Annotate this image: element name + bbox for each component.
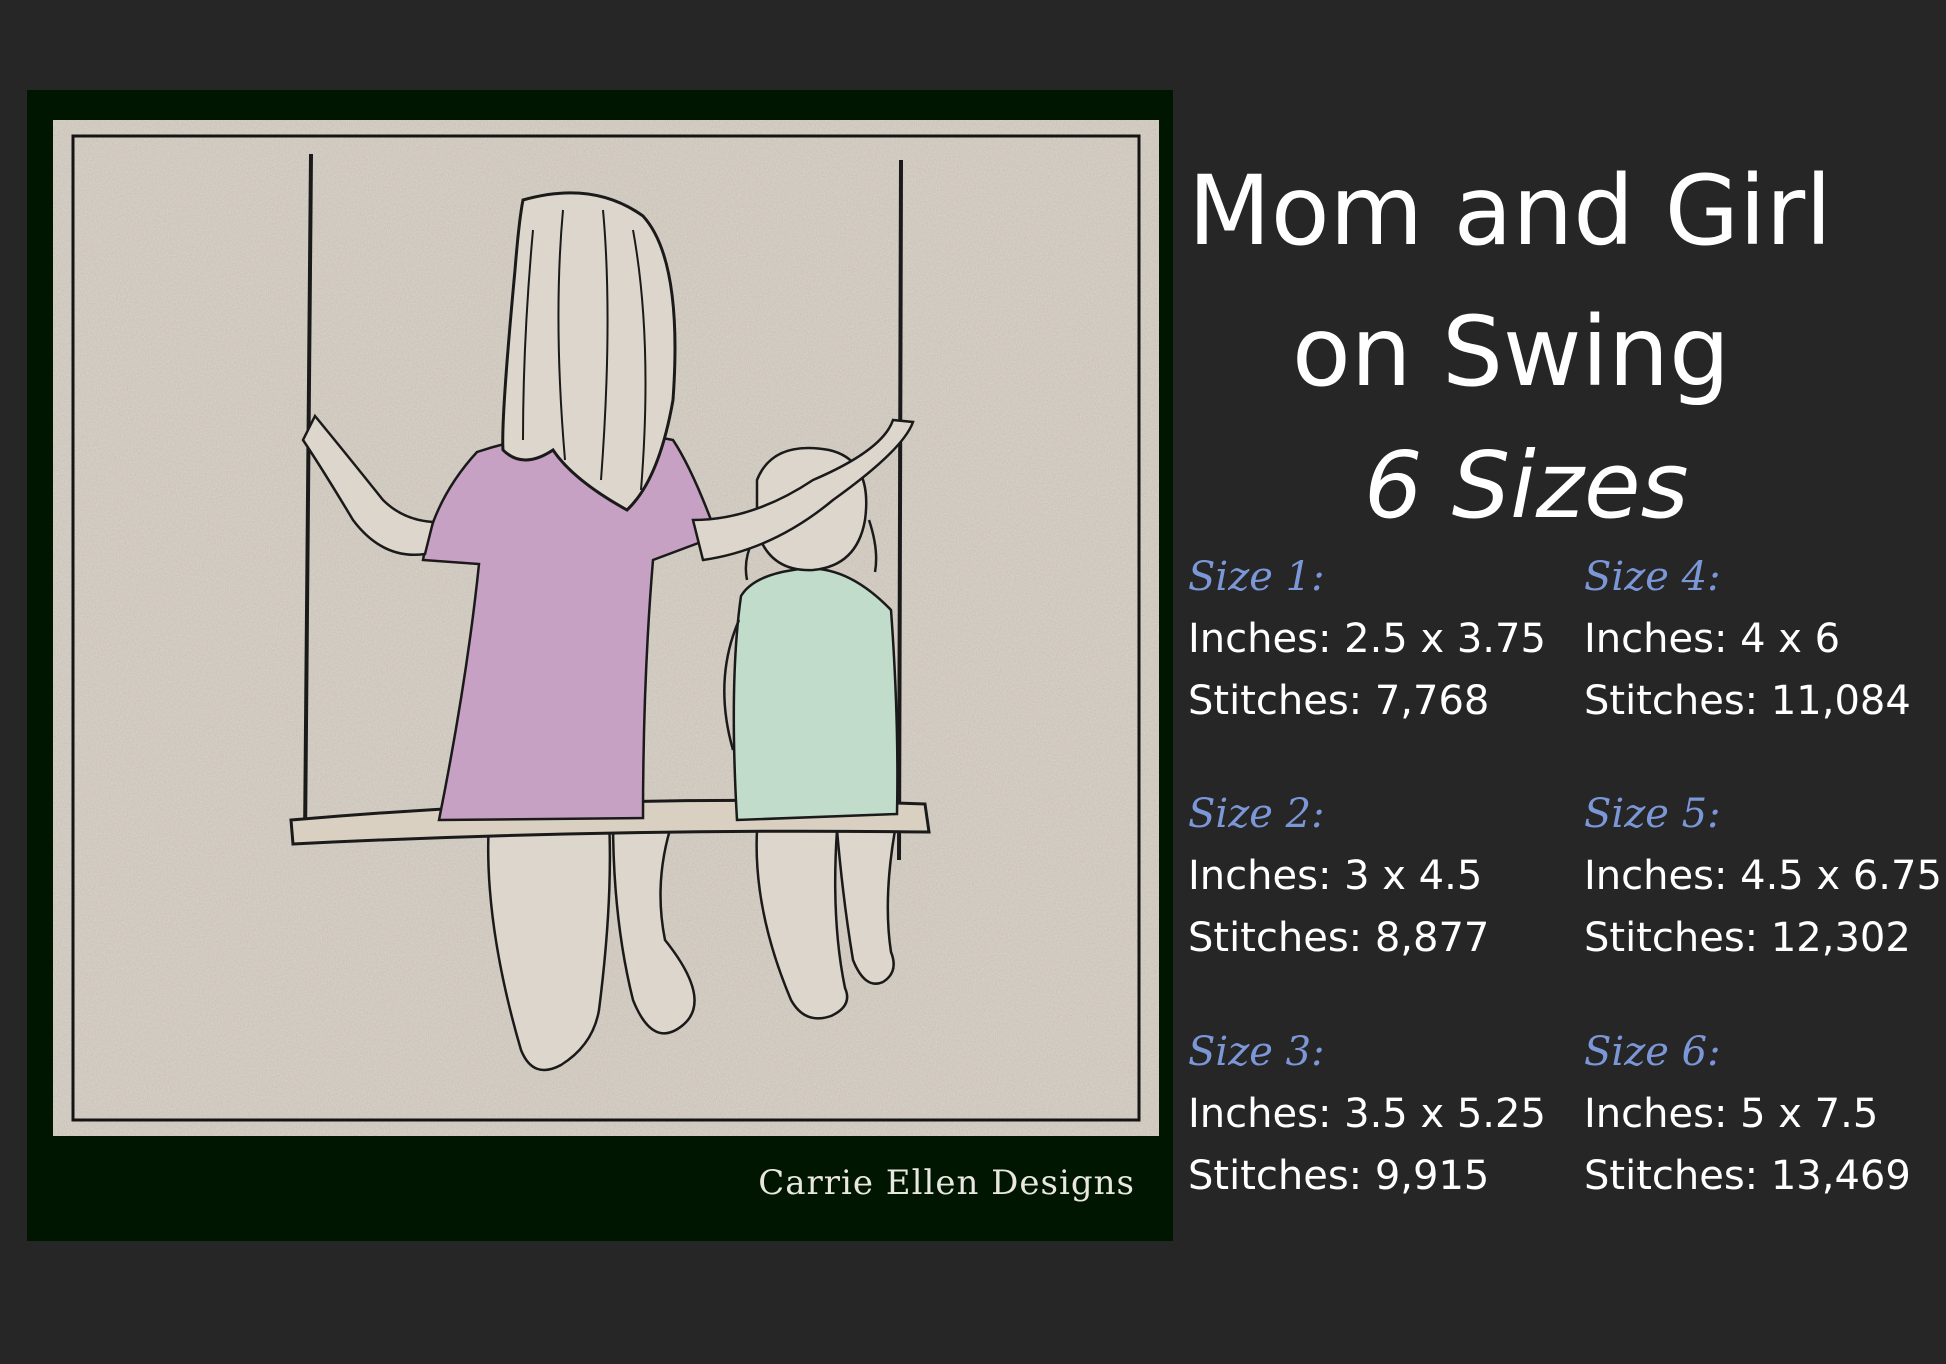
mom-legs <box>486 818 696 1072</box>
size-4-label: Size 4: <box>1584 554 1721 600</box>
title-line-3: 6 Sizes <box>1364 432 1689 539</box>
size-6-stitches: Stitches: 13,469 <box>1584 1153 1911 1199</box>
size-3-block: Size 3: Inches: 3.5 x 5.25 Stitches: 9,9… <box>1188 1021 1568 1207</box>
brand-signature: Carrie Ellen Designs <box>758 1163 1135 1203</box>
size-5-stitches: Stitches: 12,302 <box>1584 915 1911 961</box>
size-1-stitches: Stitches: 7,768 <box>1188 678 1490 724</box>
title-line-1: Mom and Girl <box>1188 155 1832 267</box>
size-4-stitches: Stitches: 11,084 <box>1584 678 1911 724</box>
artwork-panel: Carrie Ellen Designs <box>27 90 1173 1241</box>
embroidery-artwork <box>53 120 1159 1136</box>
info-panel: Mom and Girl on Swing 6 Sizes Size 1: In… <box>1180 0 1946 1364</box>
size-3-stitches: Stitches: 9,915 <box>1188 1153 1490 1199</box>
size-2-label: Size 2: <box>1188 791 1325 837</box>
size-4-inches: Inches: 4 x 6 <box>1584 616 1841 662</box>
title-line-2: on Swing <box>1292 296 1730 408</box>
size-2-stitches: Stitches: 8,877 <box>1188 915 1490 961</box>
size-6-label: Size 6: <box>1584 1029 1721 1075</box>
size-1-inches: Inches: 2.5 x 3.75 <box>1188 616 1546 662</box>
size-5-inches: Inches: 4.5 x 6.75 <box>1584 853 1942 899</box>
size-1-block: Size 1: Inches: 2.5 x 3.75 Stitches: 7,7… <box>1188 546 1568 732</box>
size-1-label: Size 1: <box>1188 554 1325 600</box>
size-5-label: Size 5: <box>1584 791 1721 837</box>
size-5-block: Size 5: Inches: 4.5 x 6.75 Stitches: 12,… <box>1584 783 1946 969</box>
size-3-label: Size 3: <box>1188 1029 1325 1075</box>
size-6-inches: Inches: 5 x 7.5 <box>1584 1091 1879 1137</box>
girl-top <box>732 567 899 822</box>
size-3-inches: Inches: 3.5 x 5.25 <box>1188 1091 1546 1137</box>
size-4-block: Size 4: Inches: 4 x 6 Stitches: 11,084 <box>1584 546 1946 732</box>
size-2-block: Size 2: Inches: 3 x 4.5 Stitches: 8,877 <box>1188 783 1568 969</box>
size-2-inches: Inches: 3 x 4.5 <box>1188 853 1483 899</box>
size-6-block: Size 6: Inches: 5 x 7.5 Stitches: 13,469 <box>1584 1021 1946 1207</box>
